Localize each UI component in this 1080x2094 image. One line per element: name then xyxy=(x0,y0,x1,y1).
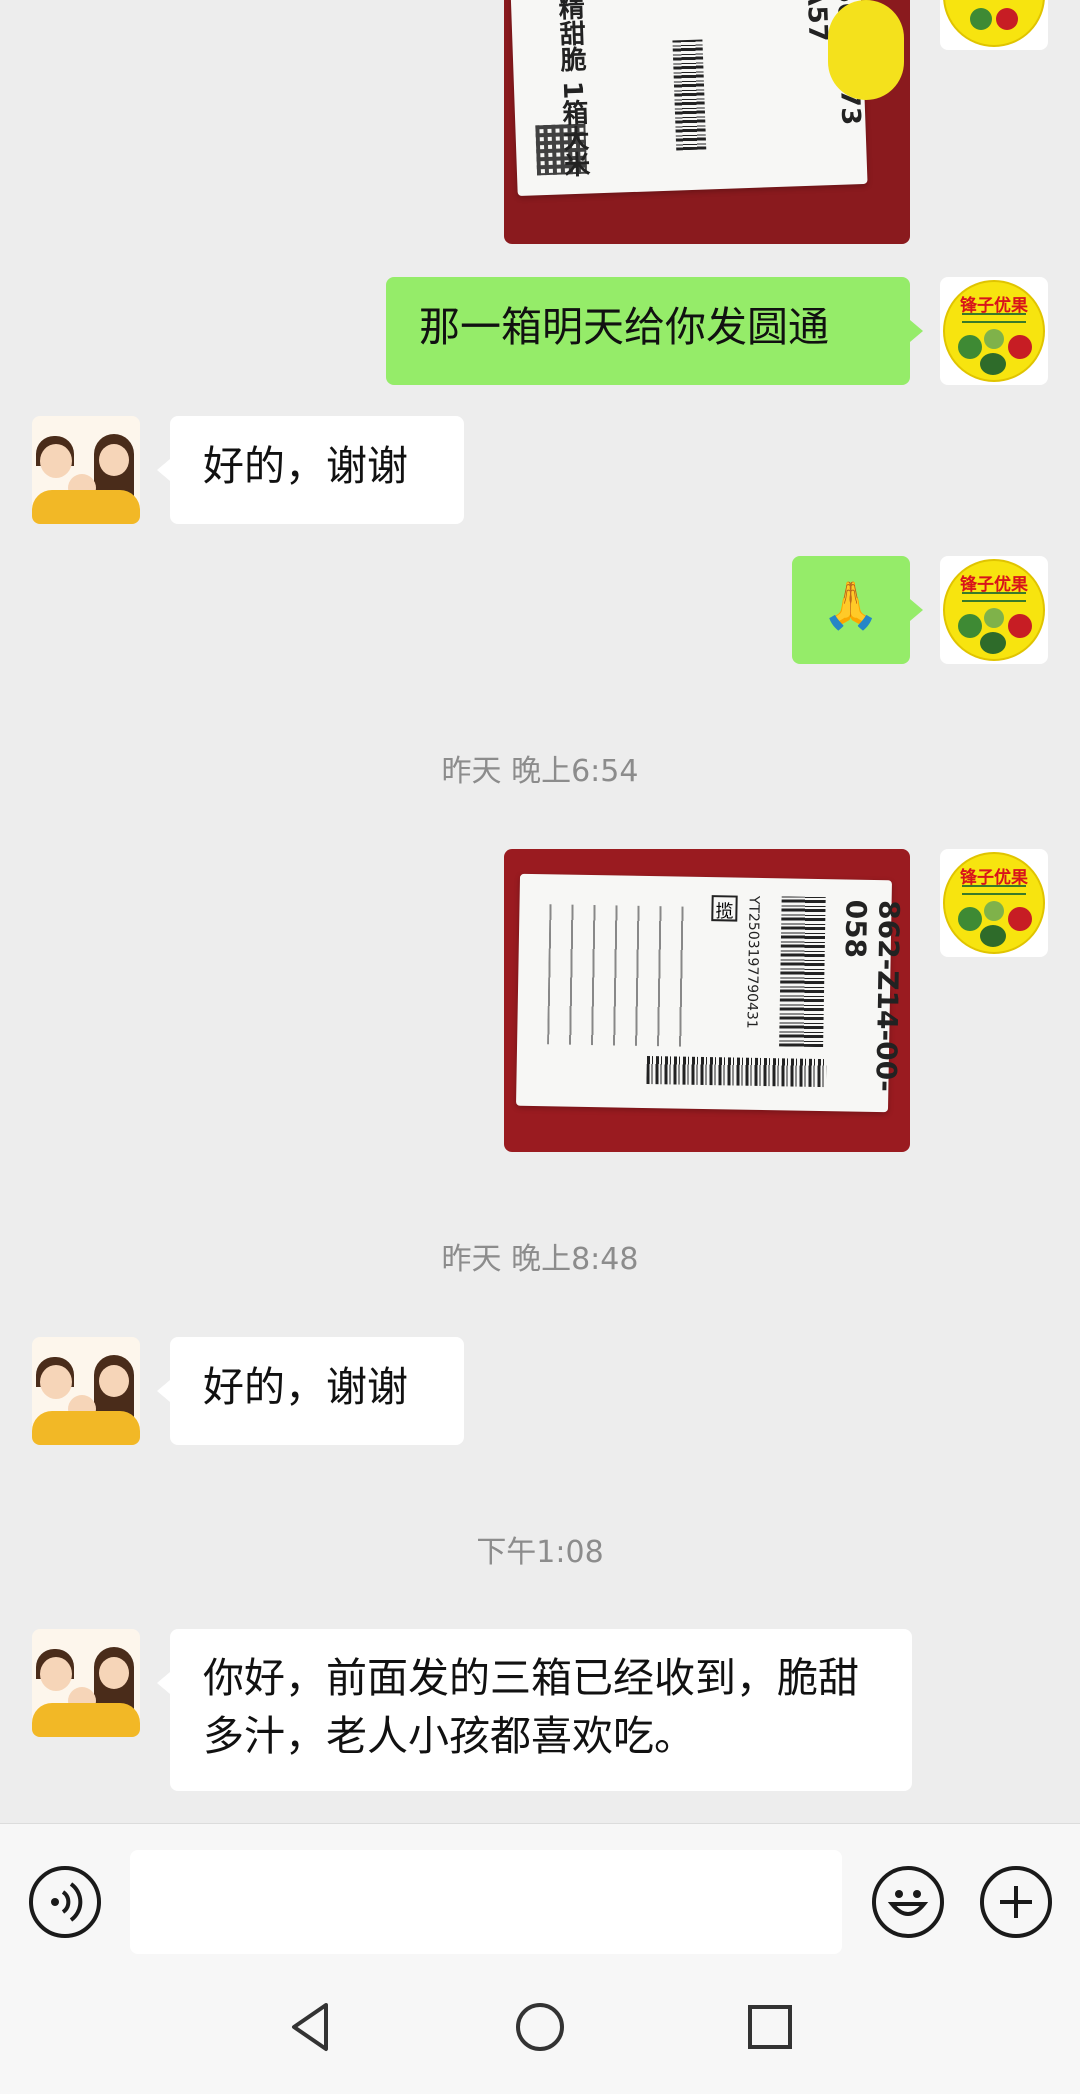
shop-avatar[interactable]: 锋子优果 xyxy=(940,556,1048,664)
chat-area[interactable]: 661- C-73 A57 精甜脆 1箱大米 那一箱明天给你发圆通 锋子优果 xyxy=(0,0,1080,1823)
message-text: 好的，谢谢 xyxy=(203,1363,408,1411)
voice-button[interactable] xyxy=(29,1866,101,1938)
bubble-tail xyxy=(157,1380,170,1402)
tracking-number: YT2503197790431 xyxy=(743,895,762,1029)
timestamp: 昨天 晚上6:54 xyxy=(441,754,639,789)
contact-avatar[interactable] xyxy=(32,416,140,524)
barcode-3 xyxy=(646,1056,827,1088)
image-message-2[interactable]: 862-Z14-00-058 YT2503197790431 揽 xyxy=(504,849,910,1152)
image-message-1[interactable]: 661- C-73 A57 精甜脆 1箱大米 xyxy=(504,0,910,244)
shipping-label-2: 862-Z14-00-058 YT2503197790431 揽 xyxy=(516,873,906,1113)
plus-button[interactable] xyxy=(980,1866,1052,1938)
contact-avatar[interactable] xyxy=(32,1337,140,1445)
shipping-label-1: 661- C-73 A57 精甜脆 1箱大米 xyxy=(510,0,868,197)
qr-code-1 xyxy=(535,123,588,176)
shop-avatar[interactable] xyxy=(940,0,1048,50)
plus-icon xyxy=(1000,1886,1032,1918)
shop-avatar[interactable]: 锋子优果 xyxy=(940,277,1048,385)
label-lines xyxy=(547,904,700,1047)
barcode-2 xyxy=(779,896,826,1048)
nav-back-icon[interactable] xyxy=(286,1999,334,2055)
message-text: 你好，前面发的三箱已经收到，脆甜多汁，老人小孩都喜欢吃。 xyxy=(203,1654,859,1760)
incoming-message-bubble[interactable]: 你好，前面发的三箱已经收到，脆甜多汁，老人小孩都喜欢吃。 xyxy=(170,1629,912,1791)
message-text: 好的，谢谢 xyxy=(203,442,408,490)
outgoing-message-bubble[interactable]: 那一箱明天给你发圆通 xyxy=(386,277,910,385)
incoming-message-bubble[interactable]: 好的，谢谢 xyxy=(170,416,464,524)
system-nav-bar xyxy=(0,1963,1080,2094)
message-input[interactable] xyxy=(130,1850,842,1954)
nav-recent-icon[interactable] xyxy=(746,2003,794,2051)
input-bar xyxy=(0,1823,1080,1963)
voice-icon xyxy=(51,1882,83,1922)
contact-avatar[interactable] xyxy=(32,1629,140,1737)
nav-home-icon[interactable] xyxy=(514,2001,566,2053)
timestamp: 下午1:08 xyxy=(476,1535,604,1570)
timestamp: 昨天 晚上8:48 xyxy=(441,1242,639,1277)
bubble-tail xyxy=(910,599,923,621)
bubble-tail xyxy=(157,459,170,481)
message-text: 那一箱明天给你发圆通 xyxy=(419,303,829,351)
shop-avatar[interactable]: 锋子优果 xyxy=(940,849,1048,957)
emoji-icon xyxy=(887,1890,929,1916)
bubble-tail xyxy=(910,320,923,342)
label-code-2: 862-Z14-00-058 xyxy=(838,899,906,1093)
emoji-button[interactable] xyxy=(872,1866,944,1938)
fruit-sticker xyxy=(828,0,904,100)
barcode-1 xyxy=(672,39,707,151)
dest-mark: 揽 xyxy=(711,895,738,922)
incoming-message-bubble[interactable]: 好的，谢谢 xyxy=(170,1337,464,1445)
bubble-tail xyxy=(157,1672,170,1694)
praying-hands-emoji: 🙏 xyxy=(822,578,880,632)
outgoing-message-bubble[interactable]: 🙏 xyxy=(792,556,910,664)
